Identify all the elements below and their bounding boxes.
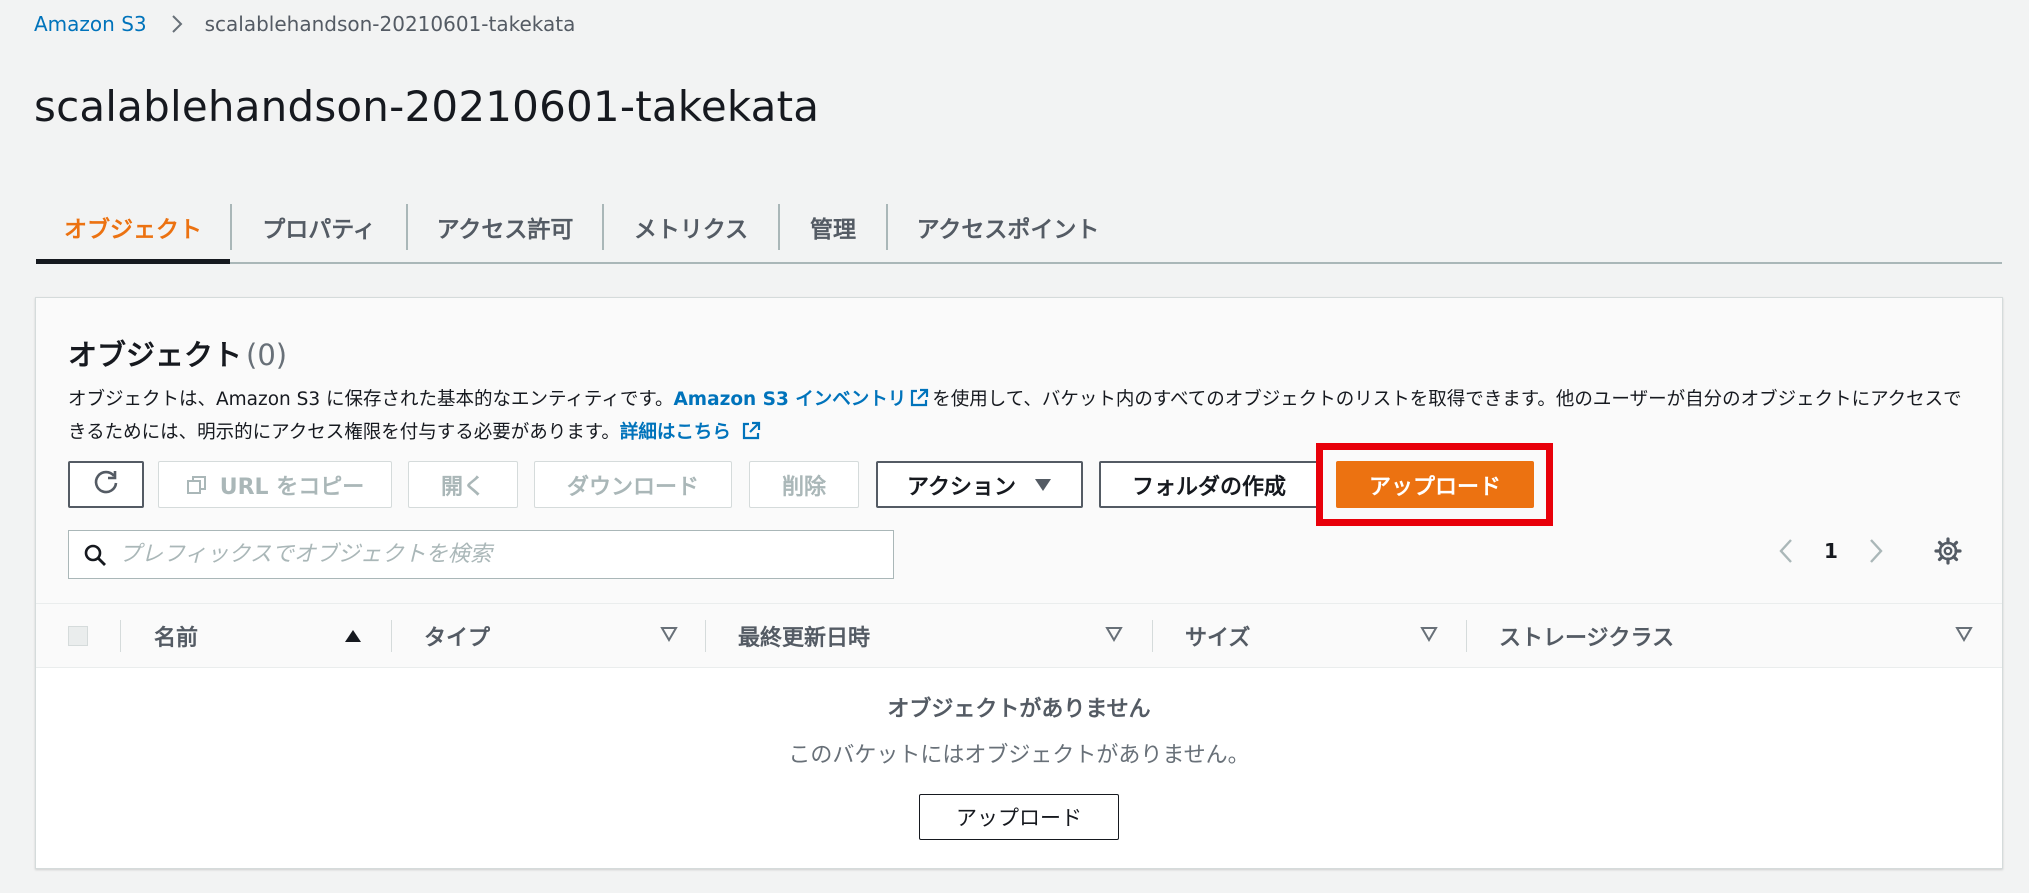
column-divider (120, 620, 121, 652)
sort-unsorted-icon[interactable] (1105, 626, 1123, 646)
refresh-icon (92, 468, 120, 502)
learn-more-link[interactable]: 詳細はこちら (619, 421, 764, 443)
objects-count: (0) (246, 338, 288, 372)
search-icon (83, 543, 107, 567)
table-header: 名前 タイプ 最終更新日時 サイズ ストレージクラス (36, 604, 2002, 668)
sort-unsorted-icon[interactable] (1420, 626, 1438, 646)
external-link-icon (909, 388, 929, 418)
current-page-number[interactable]: 1 (1824, 539, 1838, 563)
refresh-button[interactable] (68, 461, 144, 508)
breadcrumb: Amazon S3 scalablehandson-20210601-takek… (34, 10, 575, 38)
column-divider (391, 620, 392, 652)
objects-description: オブジェクトは、Amazon S3 に保存された基本的なエンティティです。Ama… (68, 385, 1978, 451)
empty-state-text: このバケットにはオブジェクトがありません。 (788, 743, 1250, 768)
tab-properties[interactable]: プロパティ (232, 192, 406, 262)
search-input[interactable] (119, 542, 879, 567)
column-divider (1466, 620, 1467, 652)
objects-heading-label: オブジェクト (68, 338, 243, 372)
empty-state-title: オブジェクトがありません (887, 697, 1151, 722)
actions-label: アクション (907, 474, 1016, 500)
column-header-name[interactable]: 名前 (154, 604, 198, 668)
search-box (68, 530, 894, 579)
column-divider (1152, 620, 1153, 652)
column-divider (705, 620, 706, 652)
upload-highlight-box (1316, 443, 1553, 526)
learn-more-label: 詳細はこちら (619, 422, 731, 443)
tab-permissions[interactable]: アクセス許可 (408, 192, 602, 262)
tab-objects[interactable]: オブジェクト (36, 192, 230, 264)
open-button[interactable]: 開く (408, 461, 518, 508)
pagination: 1 (1778, 526, 1962, 576)
column-header-storage-class[interactable]: ストレージクラス (1499, 604, 1674, 668)
page-title: scalablehandson-20210601-takekata (34, 82, 820, 131)
column-header-type[interactable]: タイプ (424, 604, 490, 668)
settings-gear-icon[interactable] (1934, 537, 1962, 565)
objects-heading: オブジェクト (0) (68, 332, 287, 374)
breadcrumb-current: scalablehandson-20210601-takekata (204, 12, 576, 36)
actions-dropdown-button[interactable]: アクション (876, 461, 1083, 508)
breadcrumb-root-link[interactable]: Amazon S3 (34, 12, 147, 36)
copy-icon (186, 474, 208, 496)
previous-page-icon[interactable] (1778, 538, 1794, 564)
create-folder-button[interactable]: フォルダの作成 (1099, 461, 1319, 508)
inventory-link-label: Amazon S3 インベントリ (673, 389, 907, 410)
tab-metrics[interactable]: メトリクス (604, 192, 778, 262)
tab-management[interactable]: 管理 (780, 192, 886, 262)
sort-unsorted-icon[interactable] (660, 626, 678, 646)
caret-down-icon (1034, 478, 1052, 492)
copy-url-label: URL をコピー (219, 474, 365, 500)
copy-url-button[interactable]: URL をコピー (158, 461, 392, 508)
description-text-1: オブジェクトは、Amazon S3 に保存された基本的なエンティティです。 (68, 389, 674, 410)
select-all-checkbox[interactable] (68, 626, 88, 646)
empty-state-upload-button[interactable]: アップロード (919, 794, 1119, 840)
inventory-link[interactable]: Amazon S3 インベントリ (673, 388, 932, 410)
column-header-last-modified[interactable]: 最終更新日時 (738, 604, 870, 668)
sort-unsorted-icon[interactable] (1955, 626, 1973, 646)
chevron-right-icon (171, 14, 183, 34)
tab-bar: オブジェクト プロパティ アクセス許可 メトリクス 管理 アクセスポイント (36, 192, 2002, 264)
delete-button[interactable]: 削除 (749, 461, 859, 508)
tab-access-points[interactable]: アクセスポイント (888, 192, 1128, 262)
sort-ascending-icon[interactable] (344, 628, 362, 647)
next-page-icon[interactable] (1868, 538, 1884, 564)
objects-panel: オブジェクト (0) オブジェクトは、Amazon S3 に保存された基本的なエン… (35, 297, 2003, 869)
download-button[interactable]: ダウンロード (534, 461, 732, 508)
external-link-icon (741, 421, 761, 451)
column-header-size[interactable]: サイズ (1185, 604, 1250, 668)
